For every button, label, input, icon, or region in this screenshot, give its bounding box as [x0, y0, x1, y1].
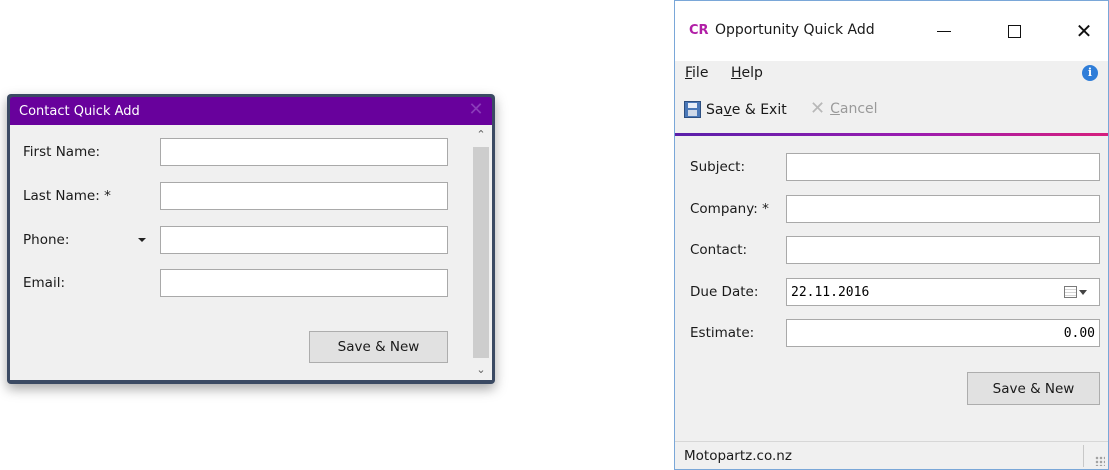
first-name-label: First Name: — [23, 144, 101, 160]
contact-titlebar[interactable]: Contact Quick Add ✕ — [10, 97, 492, 125]
opportunity-titlebar[interactable]: CR Opportunity Quick Add ✕ — [675, 1, 1108, 61]
minimize-icon — [937, 30, 951, 32]
menu-help[interactable]: Help — [731, 65, 763, 81]
close-icon: ✕ — [1075, 19, 1093, 43]
toolbar: Save & Exit ✕ Cancel — [675, 87, 1108, 133]
calendar-icon[interactable] — [1064, 283, 1092, 301]
cancel-icon: ✕ — [810, 98, 826, 119]
subject-input[interactable] — [786, 153, 1100, 181]
last-name-input[interactable] — [160, 182, 448, 210]
last-name-label: Last Name: * — [23, 188, 111, 204]
status-text: Motopartz.co.nz — [684, 448, 792, 464]
first-name-input[interactable] — [160, 138, 448, 166]
contact-window-title: Contact Quick Add — [19, 103, 140, 119]
status-bar: Motopartz.co.nz — [675, 441, 1108, 469]
contact-quick-add-window: Contact Quick Add ✕ First Name: Last Nam… — [7, 94, 495, 384]
contact-form: First Name: Last Name: * Phone: Email: S… — [10, 125, 492, 380]
estimate-input[interactable] — [786, 319, 1100, 347]
menu-bar: File Help i — [675, 61, 1108, 87]
menu-file[interactable]: File — [685, 65, 708, 81]
close-button[interactable]: ✕ — [1061, 15, 1107, 47]
estimate-label: Estimate: — [690, 325, 755, 341]
save-exit-button[interactable]: Save & Exit — [684, 101, 787, 118]
app-logo-icon: CR — [689, 23, 709, 38]
company-input[interactable] — [786, 195, 1100, 223]
contact-label: Contact: — [690, 242, 748, 258]
save-icon — [684, 101, 701, 118]
opportunity-window-title: Opportunity Quick Add — [715, 22, 875, 38]
save-exit-label: Save & Exit — [706, 101, 787, 118]
info-icon[interactable]: i — [1082, 65, 1098, 81]
subject-label: Subject: — [690, 159, 746, 175]
resize-grip-icon[interactable] — [1095, 456, 1105, 466]
company-label: Company: * — [690, 201, 769, 217]
scroll-down-icon[interactable]: ⌄ — [470, 360, 492, 380]
maximize-icon — [1007, 24, 1021, 38]
scroll-thumb[interactable] — [473, 147, 489, 358]
maximize-button[interactable] — [991, 15, 1037, 47]
cancel-button[interactable]: ✕ Cancel — [810, 98, 878, 119]
accent-divider — [675, 133, 1108, 136]
save-new-button[interactable]: Save & New — [967, 372, 1100, 405]
due-date-input[interactable] — [786, 278, 1100, 306]
phone-type-dropdown-icon[interactable] — [138, 238, 146, 242]
due-date-label: Due Date: — [690, 284, 759, 300]
contact-input[interactable] — [786, 236, 1100, 264]
cancel-label: Cancel — [830, 101, 878, 117]
email-label: Email: — [23, 275, 66, 291]
close-icon[interactable]: ✕ — [466, 100, 486, 120]
phone-label: Phone: — [23, 232, 70, 248]
vertical-scrollbar[interactable]: ⌃ ⌄ — [470, 125, 492, 380]
scroll-up-icon[interactable]: ⌃ — [470, 125, 492, 145]
email-input[interactable] — [160, 269, 448, 297]
save-new-button[interactable]: Save & New — [309, 331, 448, 363]
status-divider — [1083, 445, 1084, 467]
phone-input[interactable] — [160, 226, 448, 254]
minimize-button[interactable] — [921, 15, 967, 47]
opportunity-quick-add-window: CR Opportunity Quick Add ✕ File Help i S… — [674, 0, 1109, 470]
